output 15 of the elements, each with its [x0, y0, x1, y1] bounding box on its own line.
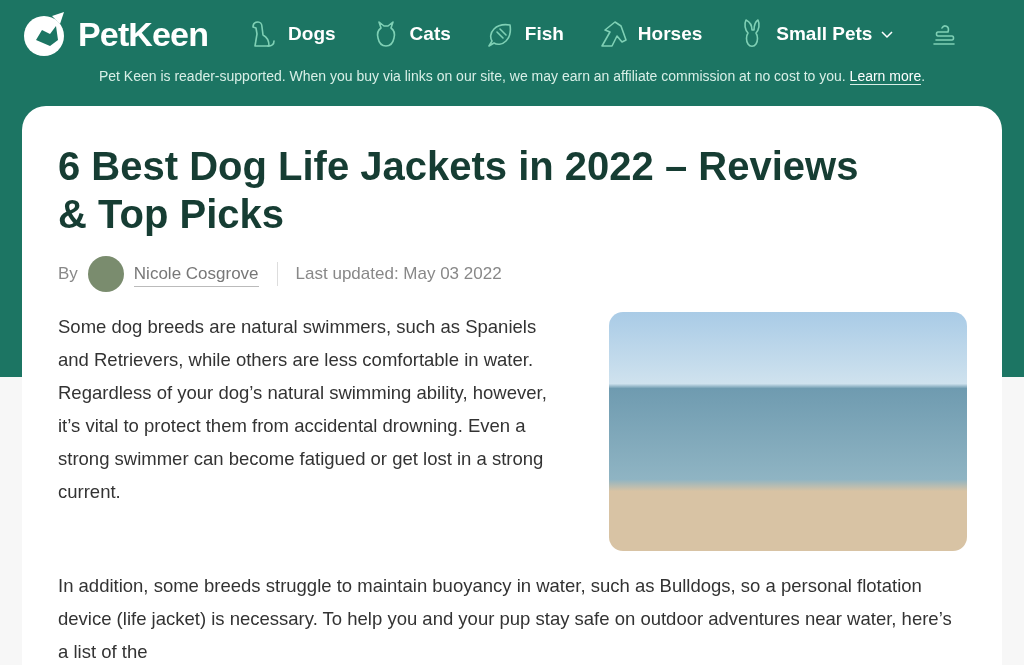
disclosure-text: Pet Keen is reader-supported. When you buy via links on our site, we may earn an affiliate commission at no cost to you. Learn more. — [98, 68, 926, 85]
learn-more-link[interactable]: Learn more — [849, 68, 922, 85]
byline-label: By — [58, 263, 78, 286]
nav-link[interactable]: Dogs — [248, 18, 336, 50]
nav-link[interactable]: Fish — [484, 18, 564, 50]
author-avatar — [87, 256, 124, 292]
author-link[interactable]: Nicole Cosgrove — [133, 260, 259, 288]
nav-link[interactable]: Cats — [369, 18, 451, 50]
nav-link[interactable]: Small Pets — [736, 18, 895, 50]
article-title: 6 Best Dog Life Jackets in 2022 – Reviews & Top Picks — [58, 143, 860, 238]
last-updated: Last updated: May 03 2022 — [295, 263, 502, 286]
site-logo[interactable]: PetKeen — [22, 8, 209, 60]
article-paragraph: In addition, some breeds struggle to maintain buoyancy in water, such as Bulldogs, so a personal flotation device (life jacket) is necessary. To help you and your pup stay safe on outdoor adventures near water, here’s a list of the — [58, 574, 953, 664]
article-paragraph: Some dog breeds are natural swimmers, such as Spaniels and Retrievers, while others are less comfortable in water. Regardless of your dog’s natural swimming ability, however, it’s vital to protect them from accidental drowning. Even a strong swimmer can become fatigued or get lost in a strong current. — [58, 315, 548, 504]
nav-link[interactable]: Horses — [597, 18, 703, 50]
